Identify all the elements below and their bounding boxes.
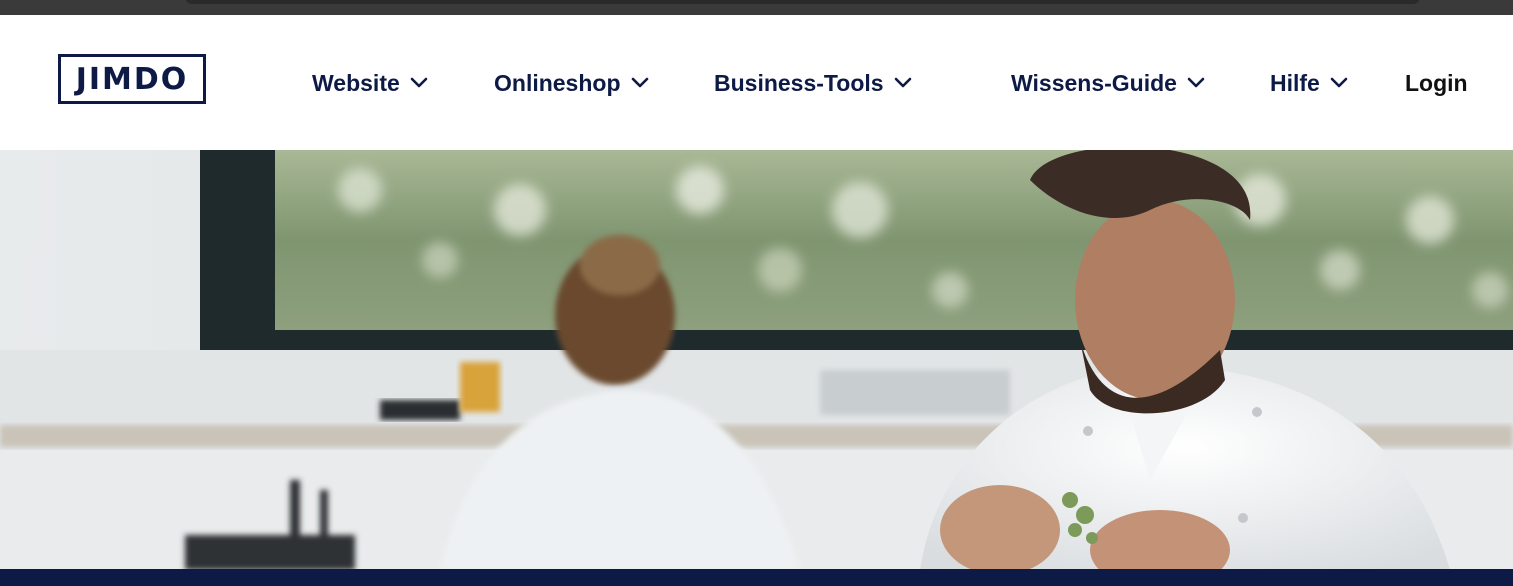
footer-band	[0, 569, 1513, 586]
hero-image	[0, 150, 1513, 570]
nav-item-business-tools[interactable]: Business-Tools	[714, 67, 912, 99]
nav-item-website[interactable]: Website	[312, 67, 428, 99]
login-label: Login	[1405, 69, 1468, 96]
nav-item-label: Wissens-Guide	[1011, 69, 1177, 96]
address-bar[interactable]	[185, 0, 1420, 4]
nav-item-onlineshop[interactable]: Onlineshop	[494, 67, 649, 99]
login-link[interactable]: Login	[1405, 67, 1468, 99]
nav-item-label: Business-Tools	[714, 69, 884, 96]
nav-item-label: Hilfe	[1270, 69, 1320, 96]
chevron-down-icon	[410, 77, 428, 89]
nav-item-wissens-guide[interactable]: Wissens-Guide	[1011, 67, 1205, 99]
site-header: JIMDO Website Onlineshop Business-Tools …	[0, 15, 1513, 150]
jimdo-logo[interactable]: JIMDO	[58, 54, 206, 104]
browser-chrome	[0, 0, 1513, 15]
chevron-down-icon	[894, 77, 912, 89]
chevron-down-icon	[1187, 77, 1205, 89]
chef-in-kitchen-photo	[0, 150, 1513, 570]
nav-item-hilfe[interactable]: Hilfe	[1270, 67, 1348, 99]
chevron-down-icon	[1330, 77, 1348, 89]
nav-item-label: Onlineshop	[494, 69, 621, 96]
nav-item-label: Website	[312, 69, 400, 96]
chevron-down-icon	[631, 77, 649, 89]
